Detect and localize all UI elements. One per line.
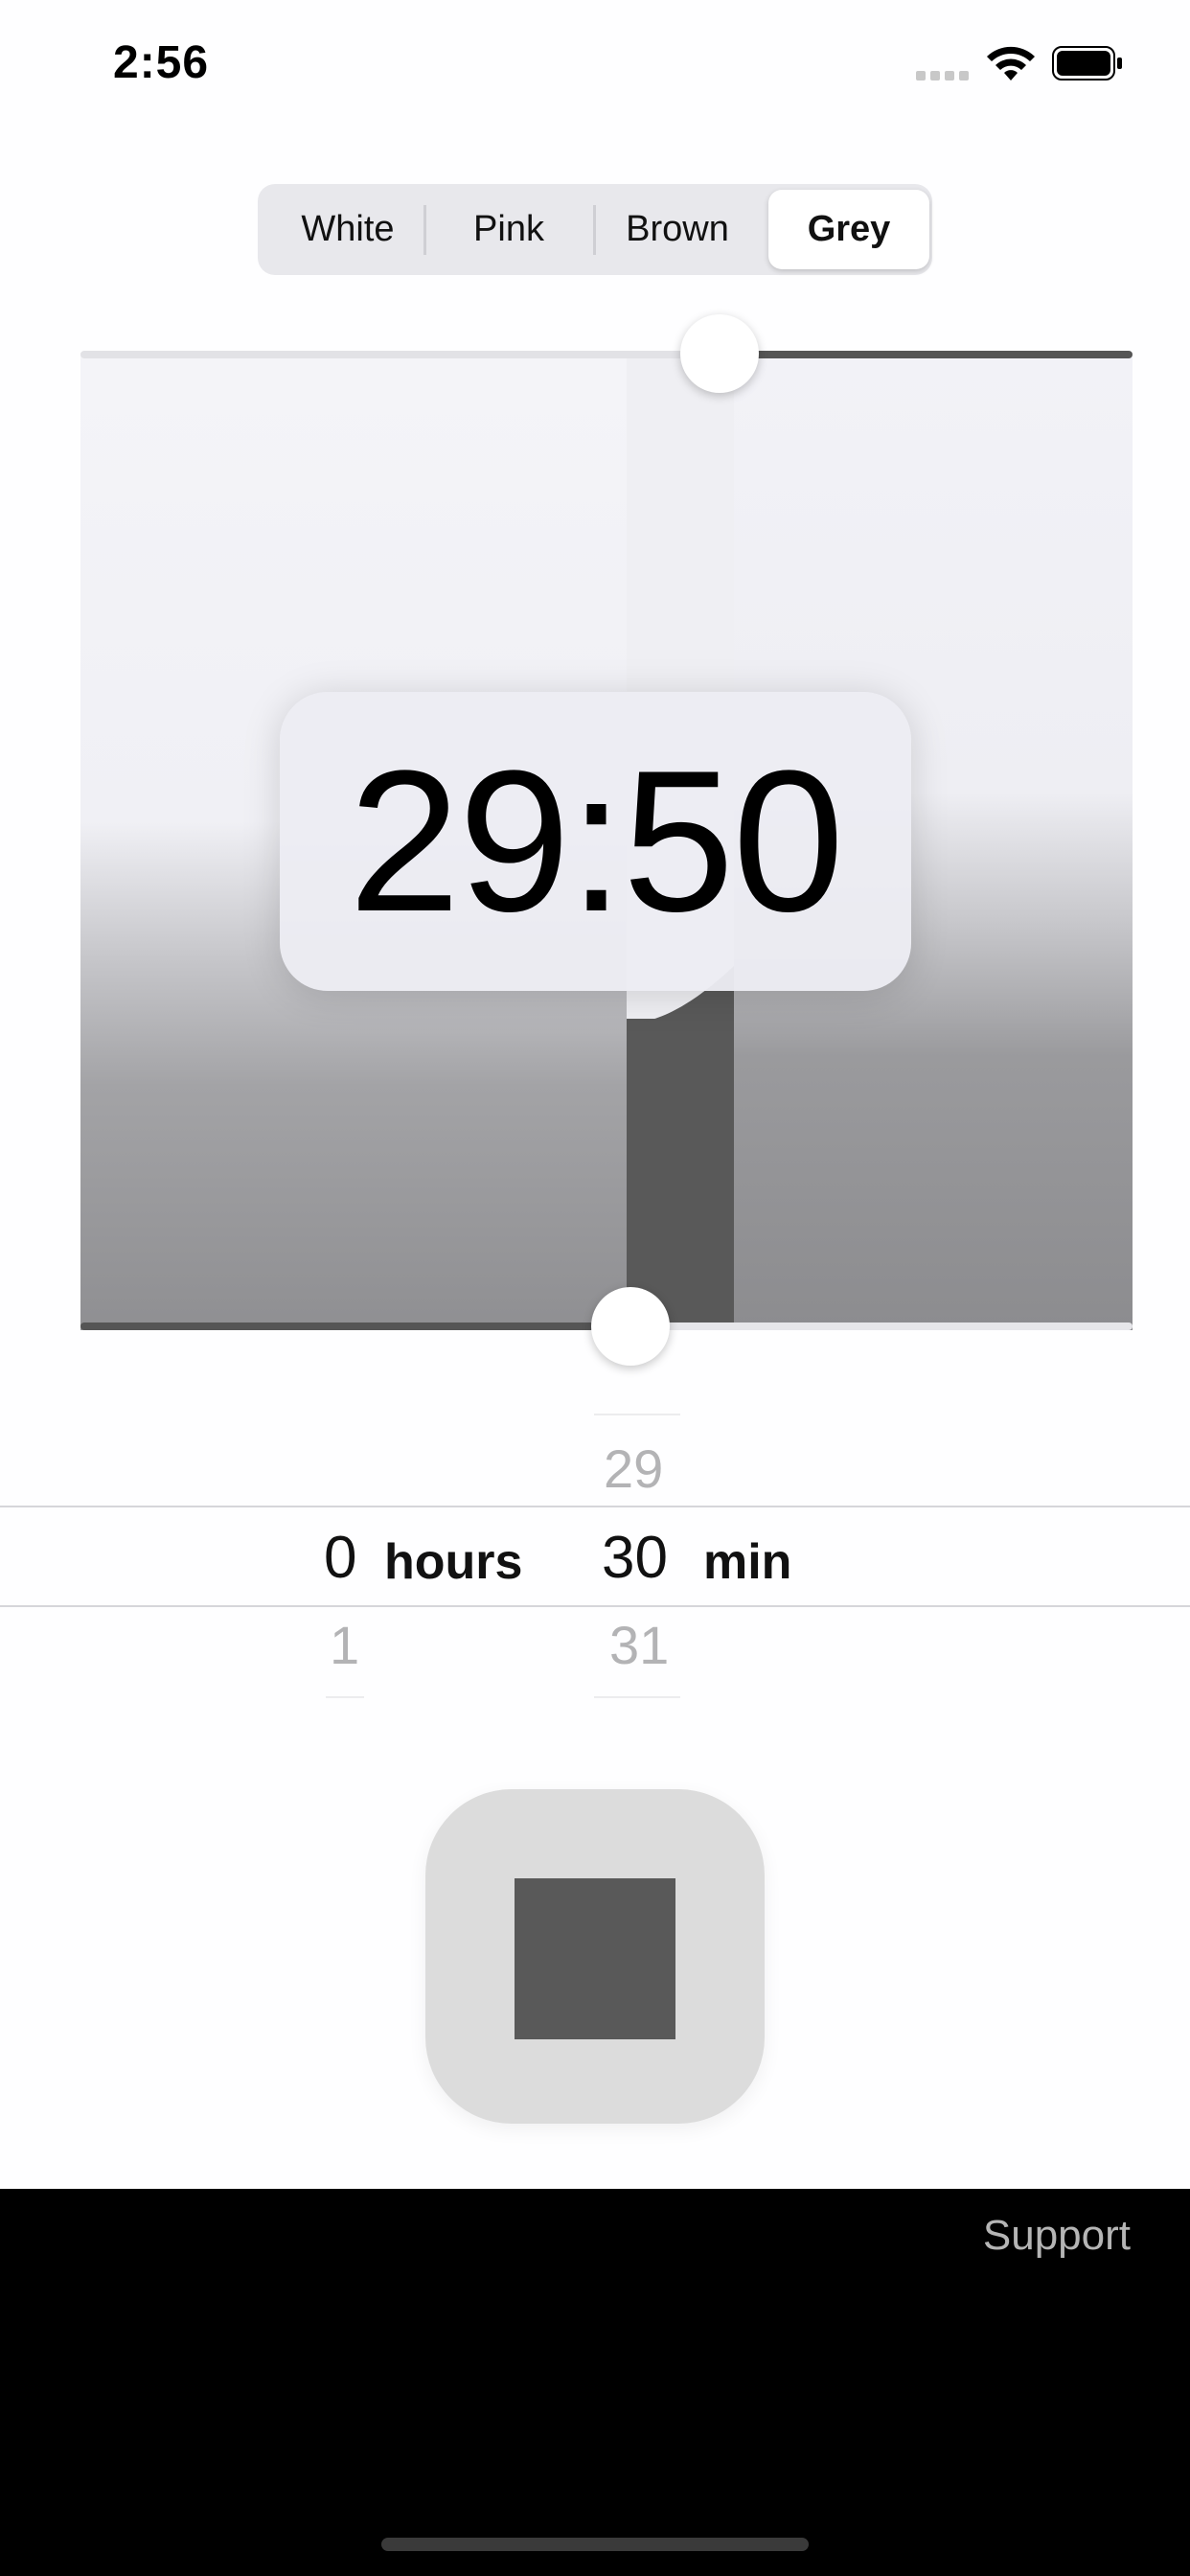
cellular-dots-icon: [916, 71, 969, 80]
minutes-selected[interactable]: 30: [602, 1524, 668, 1592]
minutes-label: min: [703, 1534, 792, 1590]
minutes-above[interactable]: 29: [604, 1438, 663, 1500]
wifi-icon: [987, 46, 1035, 80]
hours-label: hours: [384, 1534, 523, 1590]
hours-selected[interactable]: 0: [324, 1524, 356, 1592]
battery-icon: [1052, 46, 1122, 80]
segment-brown[interactable]: Brown: [597, 190, 758, 269]
support-link[interactable]: Support: [983, 2212, 1131, 2260]
picker-fade-row: [594, 1696, 680, 1698]
footer: Support: [0, 2189, 1190, 2576]
picker-selection-bottom-line: [0, 1605, 1190, 1607]
hours-below[interactable]: 1: [330, 1614, 359, 1676]
stop-button[interactable]: [425, 1789, 765, 2124]
timer-display: 29:50: [280, 692, 911, 991]
minutes-below[interactable]: 31: [609, 1614, 669, 1676]
top-slider-thumb[interactable]: [680, 314, 759, 393]
top-slider-track[interactable]: [80, 351, 719, 358]
segment-divider: [423, 205, 426, 255]
bottom-slider-track-filled[interactable]: [80, 1322, 632, 1330]
picker-fade-row: [326, 1696, 364, 1698]
status-time: 2:56: [113, 37, 210, 88]
segment-grey[interactable]: Grey: [768, 190, 929, 269]
bottom-slider-thumb[interactable]: [591, 1287, 670, 1366]
segment-white[interactable]: White: [267, 190, 428, 269]
timer-remaining: 29:50: [348, 728, 845, 954]
top-slider-track-filled[interactable]: [719, 351, 1133, 358]
segment-divider: [593, 205, 596, 255]
segment-pink[interactable]: Pink: [428, 190, 589, 269]
home-indicator[interactable]: [381, 2538, 809, 2551]
picker-selection-top-line: [0, 1506, 1190, 1507]
stop-icon: [515, 1878, 675, 2039]
picker-fade-row: [594, 1414, 680, 1415]
noise-type-segmented-control: White Pink Brown Grey: [258, 184, 932, 275]
bottom-slider-track[interactable]: [632, 1322, 1133, 1330]
noise-band-center-fill: [627, 1019, 734, 1330]
